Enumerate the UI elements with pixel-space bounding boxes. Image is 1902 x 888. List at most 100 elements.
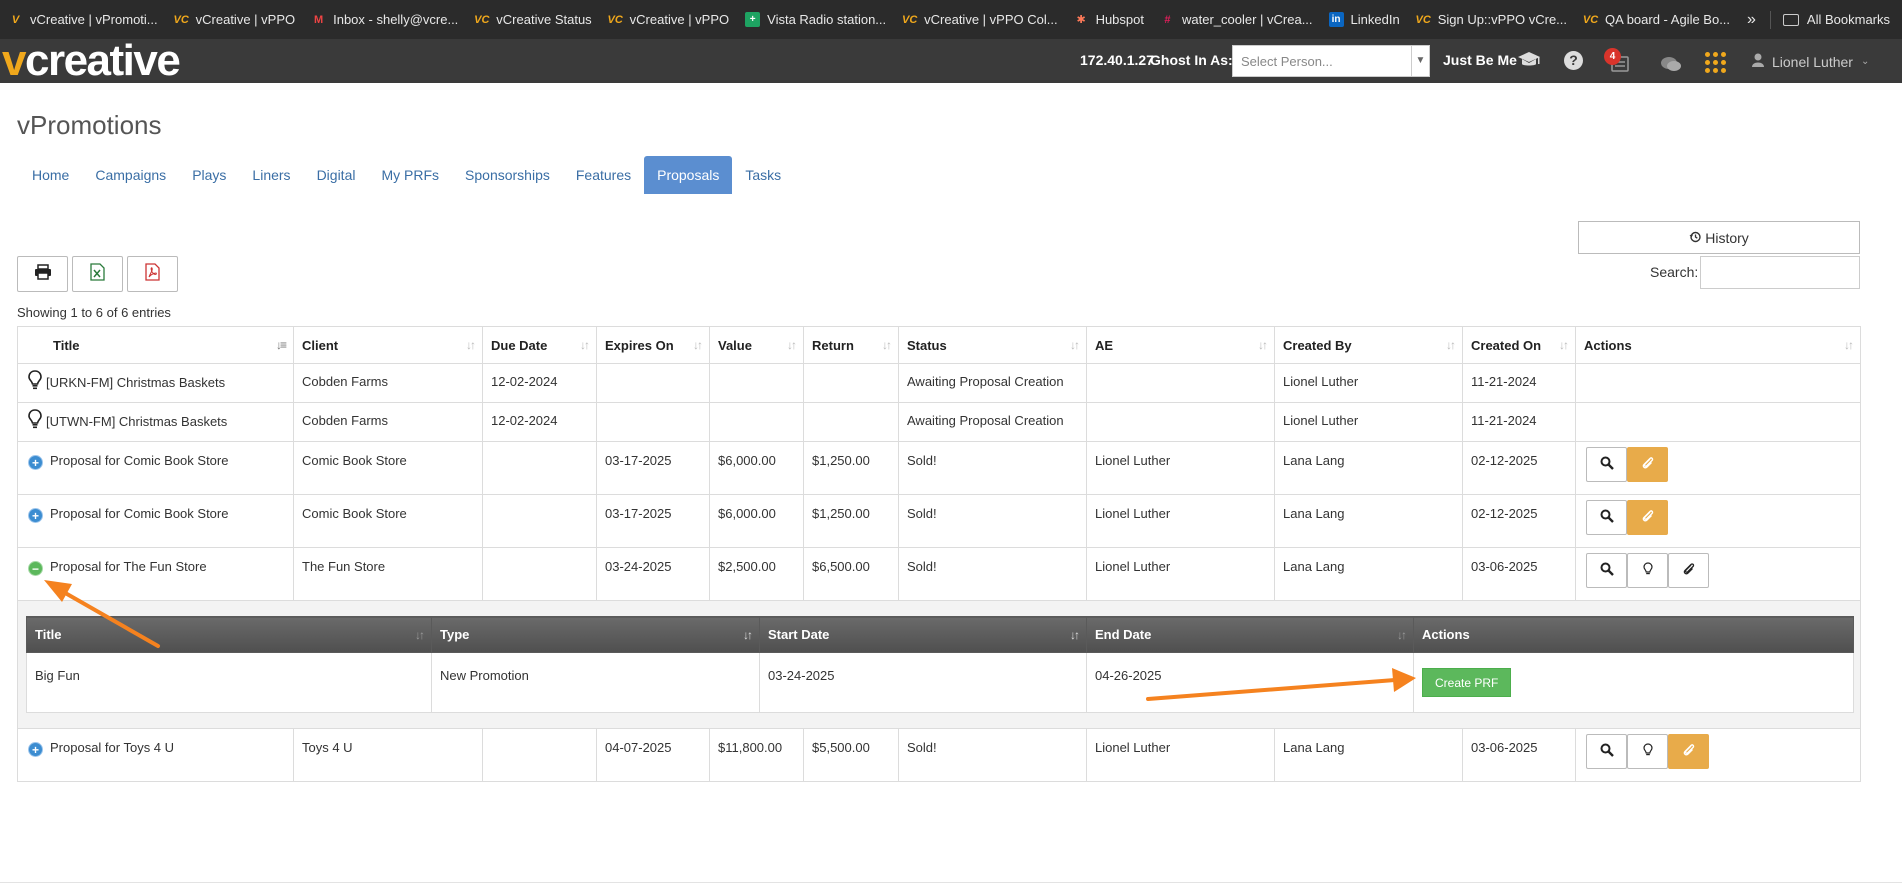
vc-logo-icon: VC bbox=[607, 13, 623, 26]
bookmark-hubspot[interactable]: ✱ Hubspot bbox=[1066, 0, 1152, 39]
tab-my-prfs[interactable]: My PRFs bbox=[368, 156, 452, 194]
expand-plus-icon[interactable]: + bbox=[28, 742, 43, 757]
cell-client: Toys 4 U bbox=[293, 728, 483, 782]
just-be-me-button[interactable]: Just Be Me bbox=[1443, 52, 1517, 68]
search-input[interactable] bbox=[1700, 256, 1860, 289]
cell-status: Awaiting Proposal Creation bbox=[898, 363, 1087, 403]
table-row-expanded[interactable]: − Proposal for The Fun Store The Fun Stor… bbox=[17, 547, 1861, 601]
sort-asc-icon: ↓≡ bbox=[275, 338, 287, 352]
sub-col-header-title[interactable]: Title ↓↑ bbox=[26, 616, 432, 653]
child-row-cell: Title ↓↑ Type ↓↑ Start Date ↓↑ End Date ↓↑ A… bbox=[17, 600, 1861, 729]
cell-created-on: 11-21-2024 bbox=[1462, 363, 1576, 403]
search-icon bbox=[1600, 456, 1614, 473]
sub-col-header-start-date[interactable]: Start Date ↓↑ bbox=[759, 616, 1087, 653]
col-header-return[interactable]: Return ↓↑ bbox=[803, 326, 899, 364]
sort-icon: ↓↑ bbox=[1844, 338, 1854, 352]
view-button[interactable] bbox=[1586, 553, 1627, 588]
lightbulb-icon bbox=[28, 409, 42, 432]
table-row[interactable]: + Proposal for Comic Book Store Comic Boo… bbox=[17, 441, 1861, 495]
col-header-expires-on[interactable]: Expires On ↓↑ bbox=[596, 326, 710, 364]
attach-button[interactable] bbox=[1668, 734, 1709, 769]
ghost-person-select[interactable]: Select Person... ▼ bbox=[1232, 45, 1430, 77]
export-excel-button[interactable] bbox=[72, 256, 123, 292]
collapse-minus-icon[interactable]: − bbox=[28, 561, 43, 576]
page-title: vPromotions bbox=[17, 110, 162, 140]
sort-icon: ↓↑ bbox=[1446, 338, 1456, 352]
bookmark-vppo[interactable]: VC vCreative | vPPO bbox=[166, 0, 303, 39]
bookmark-signup[interactable]: VC Sign Up::vPPO vCre... bbox=[1408, 0, 1575, 39]
bookmark-status[interactable]: VC vCreative Status bbox=[466, 0, 599, 39]
col-header-status[interactable]: Status ↓↑ bbox=[898, 326, 1087, 364]
col-header-actions[interactable]: Actions ↓↑ bbox=[1575, 326, 1861, 364]
attach-button[interactable] bbox=[1627, 500, 1668, 535]
cell-created-on: 03-06-2025 bbox=[1462, 547, 1576, 601]
col-header-created-by[interactable]: Created By ↓↑ bbox=[1274, 326, 1463, 364]
bookmark-vista-radio[interactable]: + Vista Radio station... bbox=[737, 0, 894, 39]
view-button[interactable] bbox=[1586, 500, 1627, 535]
bookmark-vppo-2[interactable]: VC vCreative | vPPO bbox=[600, 0, 737, 39]
tab-plays[interactable]: Plays bbox=[179, 156, 239, 194]
tab-digital[interactable]: Digital bbox=[304, 156, 369, 194]
cell-created-on: 02-12-2025 bbox=[1462, 494, 1576, 548]
bookmark-linkedin[interactable]: in LinkedIn bbox=[1321, 0, 1408, 39]
graduation-cap-icon[interactable] bbox=[1517, 47, 1541, 73]
double-chevron-right-icon[interactable]: » bbox=[1733, 10, 1771, 29]
tab-tasks[interactable]: Tasks bbox=[732, 156, 794, 194]
table-row[interactable]: + Proposal for Comic Book Store Comic Boo… bbox=[17, 494, 1861, 548]
attach-button[interactable] bbox=[1668, 553, 1709, 588]
view-button[interactable] bbox=[1586, 734, 1627, 769]
view-button[interactable] bbox=[1586, 447, 1627, 482]
attach-button[interactable] bbox=[1627, 447, 1668, 482]
cell-expires-on bbox=[596, 402, 710, 442]
bookmark-vppo-col[interactable]: VC vCreative | vPPO Col... bbox=[894, 0, 1065, 39]
sort-icon: ↓↑ bbox=[1258, 338, 1268, 352]
tab-features[interactable]: Features bbox=[563, 156, 644, 194]
tab-home[interactable]: Home bbox=[19, 156, 82, 194]
cell-created-on: 02-12-2025 bbox=[1462, 441, 1576, 495]
slack-icon: # bbox=[1164, 13, 1171, 26]
sub-col-header-end-date[interactable]: End Date ↓↑ bbox=[1086, 616, 1414, 653]
col-header-client[interactable]: Client ↓↑ bbox=[293, 326, 483, 364]
bookmark-vpromotions[interactable]: VvCreative | vPromoti... bbox=[0, 0, 166, 39]
create-prf-button[interactable]: Create PRF bbox=[1422, 668, 1512, 697]
col-header-due-date[interactable]: Due Date ↓↑ bbox=[482, 326, 597, 364]
apps-grid-icon[interactable] bbox=[1705, 49, 1726, 75]
bookmark-inbox[interactable]: M Inbox - shelly@vcre... bbox=[303, 0, 466, 39]
tab-proposals[interactable]: Proposals bbox=[644, 156, 733, 194]
col-header-title[interactable]: Title ↓≡ bbox=[17, 326, 294, 364]
sort-icon: ↓↑ bbox=[466, 338, 476, 352]
cell-due-date bbox=[482, 728, 597, 782]
col-header-created-on[interactable]: Created On ↓↑ bbox=[1462, 326, 1576, 364]
expand-plus-icon[interactable]: + bbox=[28, 455, 43, 470]
bookmark-qa-board[interactable]: VC QA board - Agile Bo... bbox=[1575, 0, 1738, 39]
bookmark-water-cooler[interactable]: # water_cooler | vCrea... bbox=[1152, 0, 1321, 39]
print-button[interactable] bbox=[17, 256, 68, 292]
expand-plus-icon[interactable]: + bbox=[28, 508, 43, 523]
col-header-value[interactable]: Value ↓↑ bbox=[709, 326, 804, 364]
idea-button[interactable] bbox=[1627, 553, 1668, 588]
history-button[interactable]: History bbox=[1578, 221, 1860, 254]
help-icon[interactable]: ? bbox=[1564, 47, 1583, 73]
user-menu[interactable]: Lionel Luther ⌄ bbox=[1752, 53, 1869, 70]
tab-liners[interactable]: Liners bbox=[239, 156, 303, 194]
bookmarks-bar: VvCreative | vPromoti... VC vCreative | v… bbox=[0, 0, 1902, 39]
tab-campaigns[interactable]: Campaigns bbox=[82, 156, 179, 194]
sort-desc-icon: ↓↑ bbox=[1070, 628, 1080, 642]
idea-button[interactable] bbox=[1627, 734, 1668, 769]
col-header-ae[interactable]: AE ↓↑ bbox=[1086, 326, 1275, 364]
table-row[interactable]: [URKN-FM] Christmas Baskets Cobden Farms… bbox=[17, 363, 1861, 403]
table-row[interactable]: [UTWN-FM] Christmas Baskets Cobden Farms… bbox=[17, 402, 1861, 442]
cell-created-on: 11-21-2024 bbox=[1462, 402, 1576, 442]
vcreative-logo[interactable]: vcreative bbox=[2, 39, 181, 83]
sub-col-header-type[interactable]: Type ↓↑ bbox=[431, 616, 760, 653]
cell-ae bbox=[1086, 363, 1275, 403]
chat-icon[interactable] bbox=[1660, 51, 1682, 77]
subtable-row[interactable]: Big Fun New Promotion 03-24-2025 04-26-2… bbox=[26, 652, 1854, 713]
table-row[interactable]: + Proposal for Toys 4 U Toys 4 U 04-07-20… bbox=[17, 728, 1861, 782]
cell-client: The Fun Store bbox=[293, 547, 483, 601]
tab-sponsorships[interactable]: Sponsorships bbox=[452, 156, 563, 194]
cell-ae: Lionel Luther bbox=[1086, 441, 1275, 495]
vc-logo-icon: VC bbox=[1582, 13, 1599, 26]
all-bookmarks[interactable]: All Bookmarks bbox=[1771, 12, 1902, 27]
export-pdf-button[interactable] bbox=[127, 256, 178, 292]
